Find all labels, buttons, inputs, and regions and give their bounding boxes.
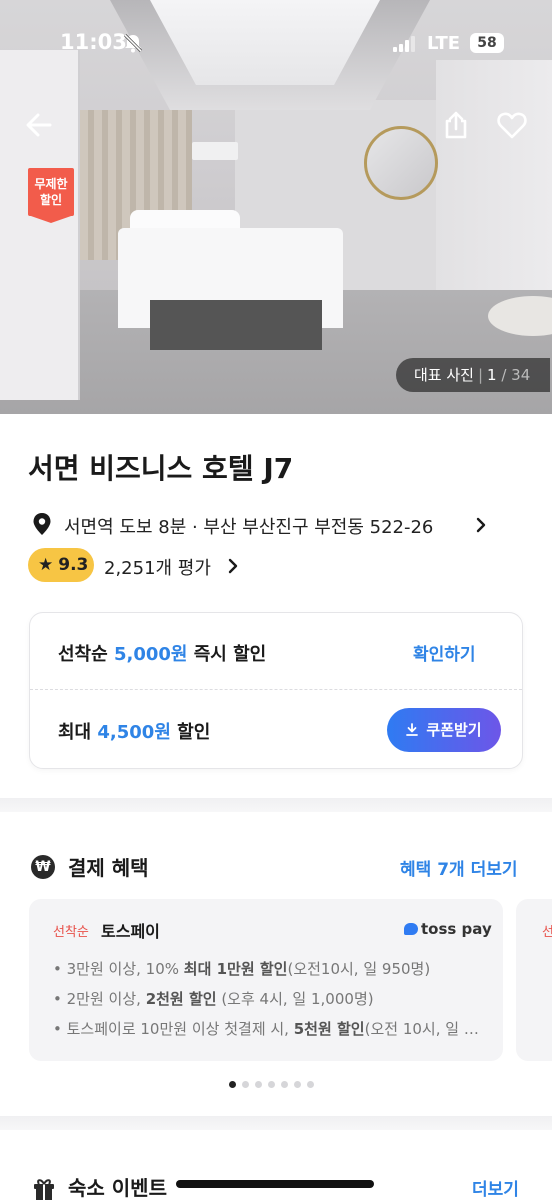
benefit-line-highlight: 2천원 할인 bbox=[145, 990, 217, 1008]
heart-icon[interactable] bbox=[496, 110, 528, 140]
hero-photo[interactable] bbox=[0, 0, 552, 414]
badge-line1: 무제한 bbox=[34, 177, 68, 191]
coupon-line2-amount: 4,500원 bbox=[97, 722, 171, 743]
coupon-line2-prefix: 최대 bbox=[58, 722, 98, 743]
photo-bed-base bbox=[150, 300, 322, 350]
benefit-name: 토스페이 bbox=[101, 922, 160, 941]
benefit-card-tosspay[interactable]: 선착순 토스페이 toss pay • 3만원 이상, 10% 최대 1만원 할… bbox=[29, 899, 503, 1061]
battery-icon: 58 bbox=[470, 33, 504, 53]
chevron-right-icon[interactable] bbox=[226, 556, 240, 576]
max-discount-text: 최대 4,500원 할인 bbox=[58, 718, 210, 744]
photo-counter-total-wrap: / 34 bbox=[496, 366, 531, 384]
benefit-line-highlight: 5천원 할인 bbox=[293, 1020, 365, 1038]
won-icon: ₩ bbox=[31, 855, 55, 879]
benefit-line-text: 3만원 이상, 10% bbox=[66, 960, 184, 978]
events-more-link[interactable]: 더보기 bbox=[472, 1175, 519, 1200]
get-coupon-button[interactable]: 쿠폰받기 bbox=[387, 708, 501, 752]
back-arrow-icon[interactable] bbox=[24, 110, 54, 140]
benefit-line: • 토스페이로 10만원 이상 첫결제 시, 5천원 할인(오전 10시, 일 … bbox=[53, 1018, 483, 1039]
signal-icon bbox=[393, 36, 415, 52]
network-type: LTE bbox=[427, 33, 461, 54]
carousel-pagination bbox=[229, 1073, 320, 1088]
pagination-dot[interactable] bbox=[229, 1081, 236, 1088]
pagination-dot[interactable] bbox=[307, 1081, 314, 1088]
benefit-line-text: 2만원 이상, bbox=[66, 990, 146, 1008]
get-coupon-label: 쿠폰받기 bbox=[426, 721, 482, 739]
photo-fridge bbox=[0, 50, 80, 400]
coupon-divider bbox=[30, 689, 522, 690]
download-icon bbox=[406, 723, 419, 736]
badge-line2: 할인 bbox=[39, 193, 63, 207]
tosspay-logo-text: toss pay bbox=[421, 920, 492, 938]
photo-counter-separator: | bbox=[477, 366, 484, 384]
photo-aircon bbox=[192, 142, 238, 160]
benefit-line-text: (오전10시, 일 950명) bbox=[287, 960, 431, 978]
coupon-line1-suffix: 즉시 할인 bbox=[187, 644, 267, 665]
first-come-tag: 선착순 bbox=[53, 925, 89, 940]
first-come-discount-text: 선착순 5,000원 즉시 할인 bbox=[58, 640, 266, 666]
benefit-line-text: (오후 4시, 일 1,000명) bbox=[216, 990, 374, 1008]
pagination-dot[interactable] bbox=[281, 1081, 288, 1088]
chevron-right-icon[interactable] bbox=[474, 515, 488, 535]
location-pin-icon bbox=[33, 513, 51, 535]
share-icon[interactable] bbox=[441, 110, 471, 140]
benefit-line-highlight: 최대 1만원 할인 bbox=[183, 960, 288, 978]
benefit-line-text: (오전 10시, 일 500명) bbox=[364, 1020, 483, 1038]
coupon-line1-amount: 5,000원 bbox=[113, 644, 188, 665]
pagination-dot[interactable] bbox=[242, 1081, 249, 1088]
rating-badge: ★ 9.3 bbox=[28, 548, 94, 582]
unlimited-discount-badge: 무제한 할인 bbox=[28, 168, 74, 223]
coupon-line1-prefix: 선착순 bbox=[58, 644, 114, 665]
photo-counter-current: 1 bbox=[487, 366, 497, 384]
benefit-line: • 2만원 이상, 2천원 할인 (오후 4시, 일 1,000명) bbox=[53, 990, 374, 1008]
pagination-dot[interactable] bbox=[268, 1081, 275, 1088]
photo-counter-label: 대표 사진 bbox=[414, 366, 474, 384]
home-indicator[interactable] bbox=[176, 1180, 374, 1188]
star-icon: ★ bbox=[38, 555, 54, 575]
tosspay-logo-icon bbox=[404, 923, 418, 935]
coupon-line2-suffix: 할인 bbox=[170, 722, 211, 743]
tosspay-logo: toss pay bbox=[404, 920, 492, 938]
photo-counter[interactable]: 대표 사진 | 1 / 34 bbox=[396, 358, 551, 392]
review-count[interactable]: 2,251개 평가 bbox=[104, 554, 211, 580]
events-title: 숙소 이벤트 bbox=[68, 1176, 167, 1200]
photo-mirror bbox=[364, 126, 438, 200]
payment-benefits-more-link[interactable]: 혜택 7개 더보기 bbox=[400, 855, 518, 880]
hotel-detail-page: 11:03 LTE 58 무제한 할인 대표 사진 | 1 / 34 서면 비즈니스… bbox=[0, 0, 552, 1200]
first-come-tag: 선 bbox=[542, 925, 552, 940]
confirm-link[interactable]: 확인하기 bbox=[413, 640, 476, 665]
section-divider bbox=[0, 1116, 552, 1130]
coupon-card: 선착순 5,000원 즉시 할인 확인하기 최대 4,500원 할인 쿠폰받기 bbox=[29, 612, 523, 769]
benefit-line: • 3만원 이상, 10% 최대 1만원 할인(오전10시, 일 950명) bbox=[53, 960, 431, 978]
gift-icon bbox=[34, 1179, 54, 1200]
hotel-address[interactable]: 서면역 도보 8분 · 부산 부산진구 부전동 522-26 bbox=[64, 513, 433, 539]
benefit-card-next[interactable]: 선 bbox=[516, 899, 552, 1061]
hotel-name: 서면 비즈니스 호텔 J7 bbox=[28, 452, 294, 485]
pagination-dot[interactable] bbox=[255, 1081, 262, 1088]
bell-mute-icon bbox=[123, 33, 143, 53]
rating-value: 9.3 bbox=[58, 555, 89, 575]
status-time: 11:03 bbox=[60, 30, 127, 54]
photo-counter-total: 34 bbox=[511, 366, 531, 384]
section-divider bbox=[0, 798, 552, 812]
payment-benefits-title: 결제 혜택 bbox=[68, 856, 149, 880]
benefit-line-text: 토스페이로 10만원 이상 첫결제 시, bbox=[66, 1020, 294, 1038]
pagination-dot[interactable] bbox=[294, 1081, 301, 1088]
